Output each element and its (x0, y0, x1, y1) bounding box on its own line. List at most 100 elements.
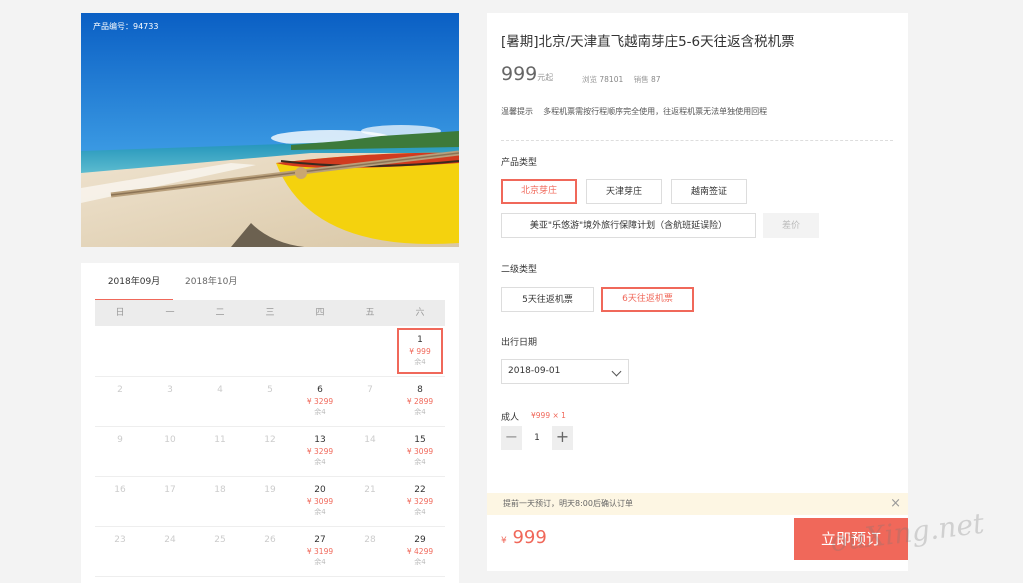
day-stock: 余4 (314, 458, 326, 466)
calendar-day[interactable]: 29 ¥ 4299 余4 (395, 526, 445, 576)
price-value: 999 (501, 63, 538, 85)
calendar-day: 24 (145, 526, 195, 576)
weekday-fri: 五 (365, 308, 375, 318)
day-price: ¥ 3299 (406, 497, 434, 506)
plus-button[interactable]: + (552, 426, 573, 450)
weekday-header: 日 一 二 三 四 五 六 (95, 300, 445, 326)
day-number: 22 (414, 485, 426, 495)
day-number: 9 (117, 435, 123, 445)
day-number: 11 (214, 435, 226, 445)
weekday-wed: 三 (265, 308, 275, 318)
day-price: ¥ 3099 (406, 447, 434, 456)
day-price: ¥ 3199 (306, 547, 334, 556)
day-price: ¥ 3299 (306, 397, 334, 406)
day-price: ¥ 999 (409, 347, 431, 356)
day-number: 3 (167, 385, 173, 395)
day-number: 20 (314, 485, 326, 495)
weekday-thu: 四 (315, 308, 325, 318)
notice-bar: 提前一天预订，明天8:00后确认订单 × (487, 493, 908, 515)
close-icon[interactable]: × (890, 493, 901, 515)
day-number: 4 (217, 385, 223, 395)
tip-text: 多程机票需按行程顺序完全使用，往返程机票无法单独使用回程 (543, 107, 768, 116)
calendar-row-divider (95, 576, 445, 577)
product-price: 999元起 (501, 63, 553, 85)
travel-date-label: 出行日期 (501, 338, 538, 348)
tab-month-sep[interactable]: 2018年09月 (95, 275, 173, 301)
adult-label: 成人 (501, 413, 520, 423)
day-number: 16 (114, 485, 126, 495)
day-number: 12 (264, 435, 276, 445)
weekday-sat: 六 (415, 308, 425, 318)
option-5day-ticket[interactable]: 5天往返机票 (501, 287, 594, 312)
price-unit: 元起 (537, 73, 554, 82)
day-stock: 余4 (314, 558, 326, 566)
day-stock: 余4 (414, 358, 426, 366)
day-number: 6 (317, 385, 323, 395)
weekday-tue: 二 (215, 308, 225, 318)
day-number: 17 (164, 485, 176, 495)
calendar-day[interactable]: 6 ¥ 3299 余4 (295, 376, 345, 426)
product-info-panel: [暑期]北京/天津直飞越南芽庄5-6天往返含税机票 999元起 浏览 78101… (487, 13, 908, 493)
views-count: 78101 (599, 75, 624, 84)
option-6day-ticket[interactable]: 6天往返机票 (601, 287, 694, 312)
calendar-day[interactable]: 15 ¥ 3099 余4 (395, 426, 445, 476)
calendar-day: 26 (245, 526, 295, 576)
month-tabs: 2018年09月 2018年10月 (95, 275, 445, 301)
day-number: 18 (214, 485, 226, 495)
calendar-day[interactable]: 20 ¥ 3099 余4 (295, 476, 345, 526)
day-number: 14 (364, 435, 376, 445)
tip-label: 温馨提示 (501, 107, 533, 116)
calendar-day[interactable]: 1 ¥ 999 余4 (395, 326, 445, 376)
day-number: 15 (414, 435, 426, 445)
calendar-day: 14 (345, 426, 395, 476)
calendar-day: 12 (245, 426, 295, 476)
option-price-diff[interactable]: 差价 (763, 213, 819, 238)
day-number: 23 (114, 535, 126, 545)
adult-price: ¥999 × 1 (531, 411, 566, 420)
travel-date-select[interactable]: 2018-09-01 (501, 359, 629, 384)
divider (501, 140, 893, 141)
day-stock: 余4 (314, 508, 326, 516)
day-stock: 余4 (414, 508, 426, 516)
day-number: 26 (264, 535, 276, 545)
product-image: 产品编号：94733 (81, 13, 459, 247)
day-stock: 余4 (414, 458, 426, 466)
option-vietnam-visa[interactable]: 越南签证 (671, 179, 747, 204)
calendar-day: 3 (145, 376, 195, 426)
day-price: ¥ 2899 (406, 397, 434, 406)
notice-text: 提前一天预订，明天8:00后确认订单 (503, 499, 633, 508)
day-stock: 余4 (414, 408, 426, 416)
calendar-day: 2 (95, 376, 145, 426)
quantity-value[interactable]: 1 (525, 426, 549, 450)
sales-count: 87 (651, 75, 661, 84)
day-number: 24 (164, 535, 176, 545)
day-stock: 余4 (414, 558, 426, 566)
calendar-day: 9 (95, 426, 145, 476)
beach-boat-illustration (81, 13, 459, 247)
calendar-day: 10 (145, 426, 195, 476)
option-insurance[interactable]: 美亚"乐悠游"境外旅行保障计划（含航班延误险） (501, 213, 756, 238)
calendar-day: 7 (345, 376, 395, 426)
day-number: 25 (214, 535, 226, 545)
weekday-mon: 一 (165, 308, 175, 318)
total-value: 999 (512, 527, 547, 548)
calendar-day: 23 (95, 526, 145, 576)
minus-button[interactable]: − (501, 426, 522, 450)
calendar-day: 19 (245, 476, 295, 526)
calendar-day: 5 (245, 376, 295, 426)
calendar-day[interactable]: 8 ¥ 2899 余4 (395, 376, 445, 426)
day-number: 27 (314, 535, 326, 545)
day-price: ¥ 3299 (306, 447, 334, 456)
calendar-day[interactable]: 22 ¥ 3299 余4 (395, 476, 445, 526)
day-price: ¥ 3099 (306, 497, 334, 506)
day-number: 29 (414, 535, 426, 545)
tab-month-oct[interactable]: 2018年10月 (185, 275, 237, 299)
price-calendar: 2018年09月 2018年10月 日 一 二 三 四 五 六 1 ¥ 999 余4… (81, 263, 459, 583)
calendar-day: 11 (195, 426, 245, 476)
calendar-day[interactable]: 13 ¥ 3299 余4 (295, 426, 345, 476)
product-stats: 浏览 78101 销售 87 (582, 74, 669, 85)
option-beijing-nhatrang[interactable]: 北京芽庄 (501, 179, 577, 204)
calendar-day[interactable]: 27 ¥ 3199 余4 (295, 526, 345, 576)
option-tianjin-nhatrang[interactable]: 天津芽庄 (586, 179, 662, 204)
day-stock: 余4 (314, 408, 326, 416)
